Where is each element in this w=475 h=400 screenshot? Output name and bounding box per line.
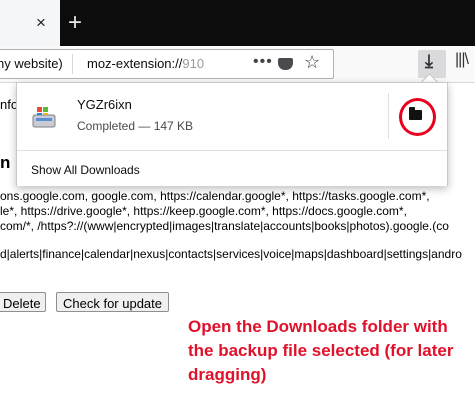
close-tab-icon[interactable]: × xyxy=(36,14,46,31)
downloads-panel: YGZr6ixn Completed — 147 KB Show All Dow… xyxy=(16,82,448,186)
url-bar[interactable]: ny website) moz-extension://910 ••• ☆ xyxy=(0,49,334,79)
check-update-button[interactable]: Check for update xyxy=(56,292,169,312)
annotation-text: Open the Downloads folder with the backu… xyxy=(188,317,454,384)
filters-list: d|alerts|finance|calendar|nexus|contacts… xyxy=(0,247,462,261)
panel-footer: Show All Downloads xyxy=(17,150,447,186)
download-arrow-icon: ⤓ xyxy=(425,51,433,71)
domains-list: ons.google.com, google.com, https://cale… xyxy=(0,189,449,234)
url-visible: moz-extension:// xyxy=(87,56,183,71)
downloads-button[interactable]: ⤓ xyxy=(418,50,446,78)
installer-file-icon xyxy=(32,107,56,128)
new-tab-icon[interactable]: + xyxy=(68,11,82,35)
pocket-icon[interactable] xyxy=(278,58,293,70)
highlight-circle xyxy=(399,98,436,136)
domains-line: ons.google.com, google.com, https://cale… xyxy=(0,189,430,203)
download-file-name: YGZr6ixn xyxy=(77,97,132,112)
active-tab[interactable]: × xyxy=(0,0,60,46)
download-item[interactable]: YGZr6ixn Completed — 147 KB xyxy=(17,83,447,149)
page-actions-icon[interactable]: ••• xyxy=(253,53,273,71)
url-faded: 910 xyxy=(182,56,205,71)
download-status: Completed — 147 KB xyxy=(77,119,194,133)
delete-button[interactable]: Delete xyxy=(0,292,46,312)
library-icon[interactable]: |||\ xyxy=(455,51,469,69)
identity-label[interactable]: ny website) xyxy=(0,56,63,71)
show-all-downloads-link[interactable]: Show All Downloads xyxy=(31,163,140,177)
domains-line: com/*, /https?://(www|encrypted|images|t… xyxy=(0,219,449,233)
nav-toolbar: ny website) moz-extension://910 ••• ☆ ⤓ … xyxy=(0,46,475,83)
url-text[interactable]: moz-extension://910 xyxy=(87,56,204,71)
bookmark-star-icon[interactable]: ☆ xyxy=(304,52,320,73)
tab-strip: × + xyxy=(0,0,475,46)
open-folder-button[interactable] xyxy=(393,93,439,139)
domains-line: le*, https://drive.google*, https://keep… xyxy=(0,204,407,218)
item-divider xyxy=(388,93,389,139)
url-divider xyxy=(72,54,73,74)
